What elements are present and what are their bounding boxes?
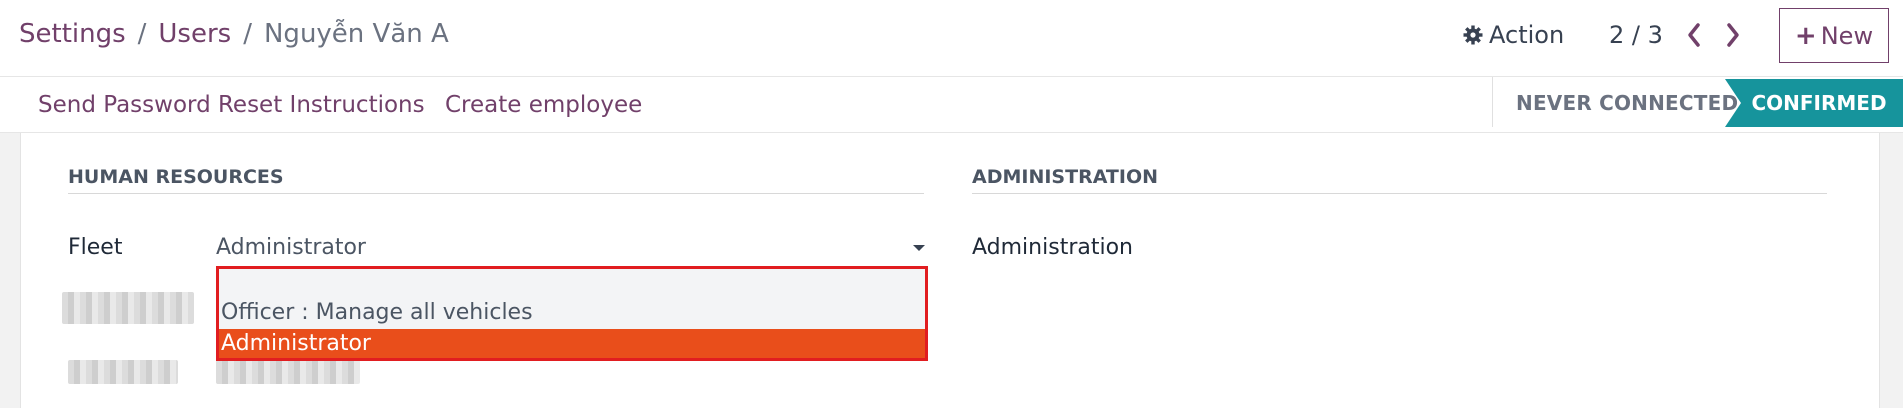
- create-employee-button[interactable]: Create employee: [445, 90, 642, 120]
- chevron-left-icon[interactable]: [1686, 22, 1702, 48]
- fleet-option-empty[interactable]: [219, 269, 925, 298]
- administration-field-label: Administration: [972, 235, 1133, 260]
- new-button-label: New: [1820, 21, 1874, 50]
- stage-divider: [1492, 77, 1493, 127]
- breadcrumb-separator: /: [137, 19, 147, 49]
- section-divider: [68, 193, 924, 194]
- pager-value[interactable]: 2 / 3: [1609, 20, 1663, 50]
- fleet-selected-value: Administrator: [216, 235, 366, 260]
- fleet-label: Fleet: [68, 235, 123, 260]
- section-title-human-resources: HUMAN RESOURCES: [68, 166, 284, 188]
- fleet-select[interactable]: Administrator: [216, 233, 925, 263]
- send-password-reset-button[interactable]: Send Password Reset Instructions: [38, 90, 425, 120]
- new-button[interactable]: + New: [1779, 8, 1889, 63]
- section-title-administration: ADMINISTRATION: [972, 166, 1159, 188]
- breadcrumb-separator: /: [243, 19, 252, 49]
- fleet-option-officer[interactable]: Officer : Manage all vehicles: [219, 298, 925, 327]
- section-divider: [972, 193, 1827, 194]
- stage-confirmed[interactable]: CONFIRMED: [1725, 79, 1903, 127]
- breadcrumb-settings[interactable]: Settings: [19, 19, 126, 49]
- stage-confirmed-label: CONFIRMED: [1751, 91, 1887, 115]
- action-menu-button[interactable]: Action: [1463, 20, 1564, 50]
- redacted-label: [68, 360, 178, 384]
- breadcrumb-users[interactable]: Users: [158, 19, 231, 49]
- redacted-label: [62, 292, 194, 324]
- plus-icon: +: [1794, 20, 1817, 51]
- fleet-options-dropdown: Officer : Manage all vehicles Administra…: [217, 267, 927, 360]
- chevron-right-icon[interactable]: [1725, 22, 1741, 48]
- gear-icon: [1463, 25, 1483, 45]
- fleet-option-administrator[interactable]: Administrator: [219, 329, 925, 358]
- stage-never-connected[interactable]: NEVER CONNECTED: [1516, 89, 1738, 117]
- redacted-value: [216, 360, 360, 384]
- breadcrumb: Settings / Users / Nguyễn Văn A: [19, 16, 449, 52]
- caret-down-icon: [913, 245, 925, 251]
- control-panel: Settings / Users / Nguyễn Văn A Action 2 / 3…: [0, 0, 1903, 77]
- action-label: Action: [1489, 21, 1565, 49]
- breadcrumb-current-record: Nguyễn Văn A: [263, 19, 449, 49]
- status-bar: Send Password Reset Instructions Create …: [0, 77, 1903, 133]
